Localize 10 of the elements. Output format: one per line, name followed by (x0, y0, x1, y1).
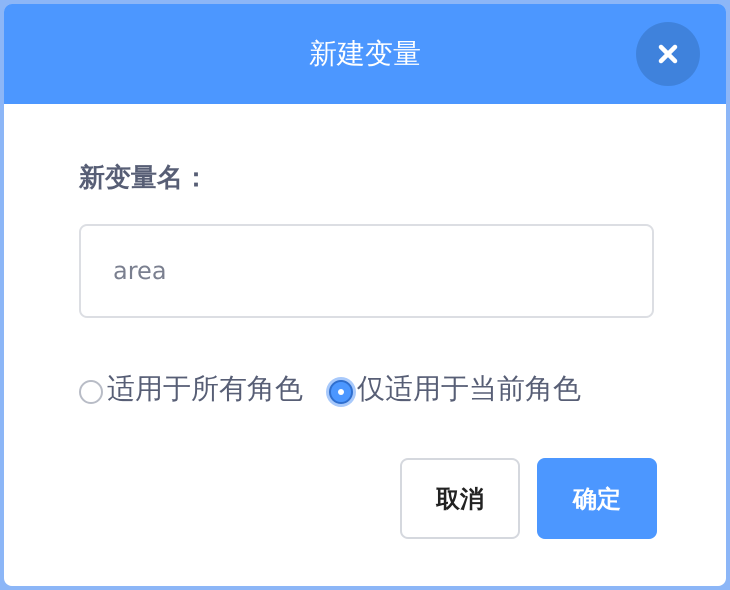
radio-button[interactable] (329, 380, 353, 404)
radio-button[interactable] (79, 380, 103, 404)
dialog-title: 新建变量 (309, 36, 421, 72)
close-icon (657, 43, 679, 65)
field-label: 新变量名： (79, 162, 210, 194)
confirm-button[interactable]: 确定 (537, 458, 657, 539)
radio-label: 适用于所有角色 (107, 371, 303, 407)
cancel-button[interactable]: 取消 (400, 458, 520, 539)
input-field[interactable]: area (79, 224, 654, 318)
radio-label: 仅适用于当前角色 (357, 371, 581, 407)
